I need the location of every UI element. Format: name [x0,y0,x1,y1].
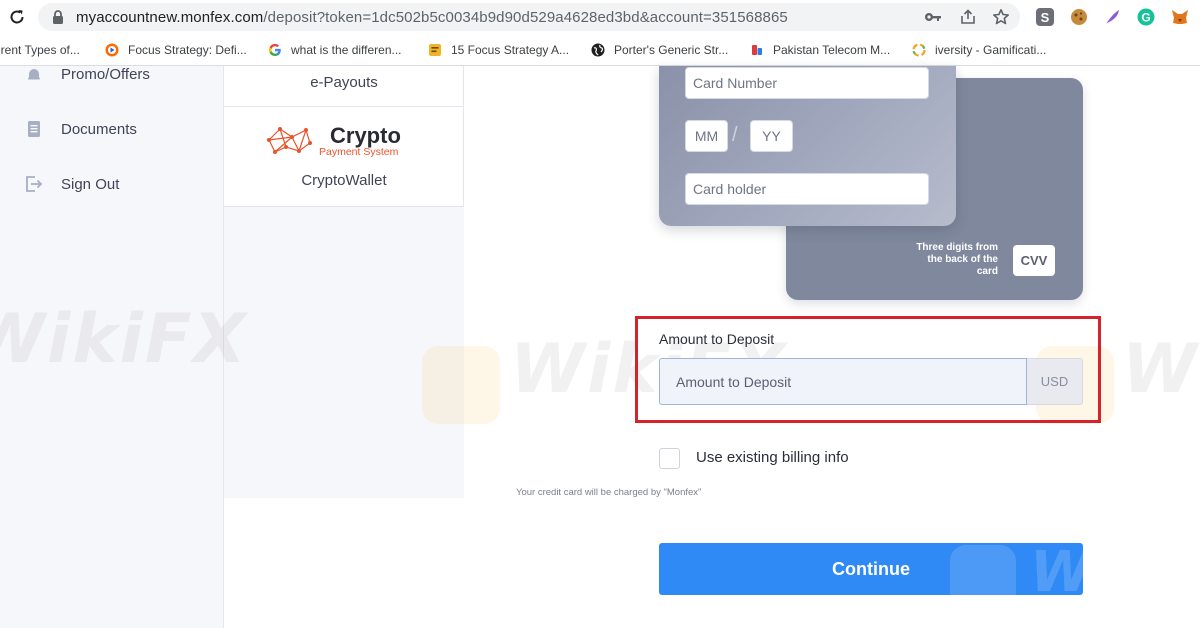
expiry-month-input[interactable]: MM [685,120,728,152]
method-cryptowallet[interactable]: Crypto Payment System CryptoWallet [224,107,464,207]
bookmark-label: Pakistan Telecom M... [773,43,891,57]
crypto-network-icon [267,127,312,154]
expiry-divider: / [732,124,738,146]
bookmark-item[interactable]: Porter's Generic Str... [590,41,728,59]
continue-button[interactable]: Continue [659,543,1083,595]
url-host: myaccountnew.monfex.com [76,9,264,26]
document-icon [24,119,44,139]
url-text[interactable]: myaccountnew.monfex.com/deposit?token=1d… [76,9,788,26]
sign-out-icon [24,174,44,194]
sidebar-item-label: Documents [61,120,137,138]
payment-methods-panel: e-Payouts Crypto Payment System CryptoWa… [224,66,464,498]
bookmark-label: what is the differen... [291,43,402,57]
crypto-payment-logo: Crypto Payment System [266,121,426,158]
watermark-text: WikiFX [1122,330,1200,409]
bookmark-label: erent Types of... [0,43,80,57]
browser-address-row: myaccountnew.monfex.com/deposit?token=1d… [0,0,1200,34]
feather-extension-icon[interactable] [1101,6,1123,28]
cookie-extension-icon[interactable] [1068,6,1090,28]
bookmark-label: 15 Focus Strategy A... [451,43,570,57]
bell-icon [24,64,44,84]
screenshot: { "browser": { "url_host": "myaccountnew… [0,0,1200,628]
svg-text:G: G [1141,11,1150,25]
sidebar-item-label: Sign Out [61,175,120,193]
google-icon [267,42,283,58]
svg-text:S: S [1041,10,1050,25]
method-label: CryptoWallet [301,172,387,189]
bookmark-item[interactable]: iversity - Gamificati... [911,41,1046,59]
currency-badge: USD [1027,358,1083,405]
bookmark-label: Porter's Generic Str... [614,43,729,57]
bookmark-label: iversity - Gamificati... [935,43,1047,57]
star-icon[interactable] [992,8,1010,26]
globe-favicon [590,42,606,58]
card-number-placeholder: Card Number [693,75,778,91]
card-holder-placeholder: Card holder [693,181,767,197]
share-icon[interactable] [959,8,977,26]
sidebar-item-sign-out[interactable]: Sign Out [24,172,119,196]
amount-placeholder: Amount to Deposit [676,373,792,390]
bookmark-item[interactable]: erent Types of... [0,41,80,59]
focus-strategy-favicon [104,42,120,58]
iversity-favicon [911,42,927,58]
amount-label: Amount to Deposit [659,331,775,347]
bookmark-item[interactable]: 15 Focus Strategy A... [427,41,569,59]
telecom-favicon [749,42,765,58]
crypto-logo-tagline: Payment System [319,146,399,158]
address-bar[interactable]: myaccountnew.monfex.com/deposit?token=1d… [38,3,1020,31]
expiry-month-placeholder: MM [694,128,719,144]
lock-icon [52,10,64,29]
charge-note: Your credit card will be charged by "Mon… [516,487,702,498]
grammarly-extension-icon[interactable]: G [1135,6,1157,28]
continue-button-label: Continue [832,558,910,579]
bookmark-item[interactable]: what is the differen... [267,41,402,59]
cvv-hint: Three digits from the back of the card [916,242,998,277]
expiry-year-input[interactable]: YY [750,120,793,152]
card-holder-input[interactable]: Card holder [685,173,929,205]
metamask-extension-icon[interactable] [1169,6,1191,28]
bookmark-label: Focus Strategy: Defi... [128,43,247,57]
left-sidebar: Promo/Offers Documents Sign Out [0,66,224,628]
key-icon[interactable] [924,8,942,26]
billing-checkbox[interactable] [659,448,680,469]
url-path: /deposit?token=1dc502b5c0034b9d90d529a46… [263,9,788,26]
cvv-input[interactable]: CVV [1013,245,1055,276]
bookmark-item[interactable]: Focus Strategy: Defi... [104,41,247,59]
method-label: e-Payouts [310,74,378,91]
document-favicon [427,42,443,58]
amount-input[interactable]: Amount to Deposit [659,358,1027,405]
skype-extension-icon[interactable]: S [1034,6,1056,28]
card-number-input[interactable]: Card Number [685,67,929,99]
bookmark-item[interactable]: Pakistan Telecom M... [749,41,890,59]
bookmarks-bar: erent Types of... Focus Strategy: Defi..… [0,34,1200,66]
sidebar-item-documents[interactable]: Documents [24,117,137,141]
method-e-payouts[interactable]: e-Payouts [224,66,464,107]
billing-checkbox-label[interactable]: Use existing billing info [696,449,849,466]
reload-icon[interactable] [6,6,28,28]
sidebar-item-label: Promo/Offers [61,65,150,83]
sidebar-item-promo-offers[interactable]: Promo/Offers [24,62,150,86]
expiry-year-placeholder: YY [762,128,781,144]
